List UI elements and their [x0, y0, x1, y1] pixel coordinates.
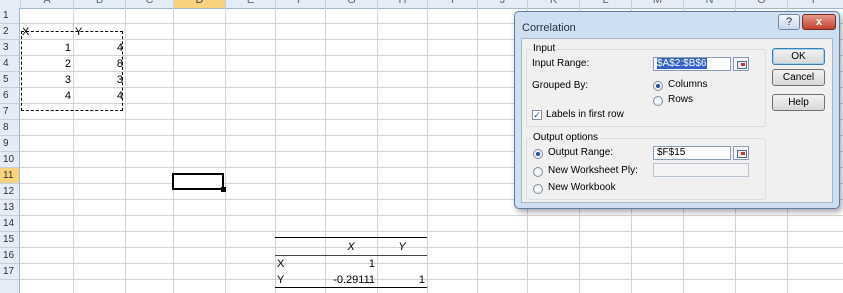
gridline: [20, 247, 843, 248]
ok-button[interactable]: OK: [772, 48, 825, 65]
output-group-label: Output options: [531, 132, 601, 143]
row-header-16[interactable]: 16: [0, 248, 20, 264]
input-range-value: $A$2:$B$6: [657, 58, 707, 69]
help-button[interactable]: Help: [772, 94, 825, 111]
cancel-button[interactable]: Cancel: [772, 69, 825, 86]
output-col-header-y[interactable]: Y: [377, 239, 427, 255]
row-header-5[interactable]: 5: [0, 72, 20, 88]
column-header-l[interactable]: L: [579, 0, 631, 8]
correlation-dialog[interactable]: Correlation ? x Input Input Range: $A$2:…: [514, 11, 840, 209]
column-header-k[interactable]: K: [527, 0, 579, 8]
column-header-m[interactable]: M: [631, 0, 683, 8]
columns-option-label[interactable]: Columns: [668, 79, 707, 90]
row-header-6[interactable]: 6: [0, 88, 20, 104]
help-icon[interactable]: ?: [778, 14, 800, 30]
rows-option-label[interactable]: Rows: [668, 94, 693, 105]
output-range-field[interactable]: $F$15: [653, 146, 731, 160]
output-cell-g17[interactable]: -0.29111: [325, 272, 377, 288]
range-picker-icon[interactable]: [733, 57, 749, 71]
copy-selection-marquee: [21, 31, 123, 111]
column-header-d[interactable]: D: [173, 0, 225, 8]
output-range-label[interactable]: Output Range:: [548, 147, 613, 158]
output-range-value: $F$15: [657, 147, 686, 158]
column-header-n[interactable]: N: [683, 0, 735, 8]
new-workbook-radio[interactable]: [533, 184, 543, 194]
active-cell-d11[interactable]: [172, 173, 226, 192]
input-range-field[interactable]: $A$2:$B$6: [653, 57, 731, 71]
row-header-14[interactable]: 14: [0, 216, 20, 232]
column-header-g[interactable]: G: [325, 0, 377, 8]
row-header-7[interactable]: 7: [0, 104, 20, 120]
row-header-10[interactable]: 10: [0, 152, 20, 168]
row-header-3[interactable]: 3: [0, 40, 20, 56]
column-header-a[interactable]: A: [20, 0, 73, 8]
row-header-17[interactable]: 17: [0, 264, 20, 280]
new-worksheet-ply-field[interactable]: [653, 163, 749, 177]
table-top-border: [275, 237, 427, 238]
output-range-radio[interactable]: [533, 149, 543, 159]
row-header-13[interactable]: 13: [0, 200, 20, 216]
row-header-11[interactable]: 11: [0, 168, 20, 184]
output-row-label-x[interactable]: X: [277, 256, 325, 272]
row-header-18[interactable]: [0, 280, 20, 293]
column-header-f[interactable]: F: [275, 0, 325, 8]
gridline: [20, 263, 843, 264]
column-header-o[interactable]: O: [735, 0, 787, 8]
row-header-8[interactable]: 8: [0, 120, 20, 136]
input-group-label: Input: [531, 43, 558, 54]
column-header-c[interactable]: C: [125, 0, 173, 8]
row-header-2[interactable]: 2: [0, 24, 20, 40]
column-header-j[interactable]: J: [477, 0, 527, 8]
close-icon[interactable]: x: [802, 14, 836, 30]
row-header-15[interactable]: 15: [0, 232, 20, 248]
new-workbook-label[interactable]: New Workbook: [548, 182, 616, 193]
labels-checkbox-label[interactable]: Labels in first row: [546, 109, 624, 120]
dialog-body: Input Input Range: $A$2:$B$6 Grouped By:…: [521, 38, 833, 203]
output-col-header-x[interactable]: X: [325, 239, 377, 255]
output-cell-h17[interactable]: 1: [377, 272, 427, 288]
new-worksheet-ply-label[interactable]: New Worksheet Ply:: [548, 165, 638, 176]
columns-radio[interactable]: [653, 81, 663, 91]
row-header-12[interactable]: 12: [0, 184, 20, 200]
row-header-1[interactable]: 1: [0, 8, 20, 24]
column-header-e[interactable]: E: [225, 0, 275, 8]
rows-radio[interactable]: [653, 96, 663, 106]
grouped-by-label: Grouped By:: [532, 80, 589, 91]
gridline: [20, 279, 843, 280]
row-header-4[interactable]: 4: [0, 56, 20, 72]
gridline: [20, 231, 843, 232]
column-header-b[interactable]: B: [73, 0, 125, 8]
labels-checkbox[interactable]: ✓: [532, 110, 542, 120]
new-worksheet-ply-radio[interactable]: [533, 167, 543, 177]
dialog-title: Correlation: [522, 22, 576, 34]
output-cell-g16[interactable]: 1: [325, 256, 377, 272]
column-header-i[interactable]: I: [427, 0, 477, 8]
input-range-label: Input Range:: [532, 58, 590, 69]
column-header-h[interactable]: H: [377, 0, 427, 8]
row-header-9[interactable]: 9: [0, 136, 20, 152]
column-header-p[interactable]: P: [787, 0, 843, 8]
range-picker-icon[interactable]: [733, 146, 749, 160]
gridline: [20, 215, 843, 216]
output-row-label-y[interactable]: Y: [277, 272, 325, 288]
column-header-bar: A B C D E F G H I J K L M N O P: [0, 0, 843, 9]
